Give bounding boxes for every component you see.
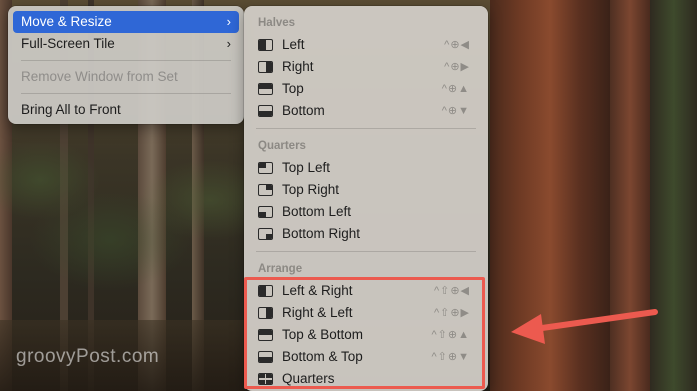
submenu-item-label: Left [282,37,305,52]
submenu-item-top-right[interactable]: Top Right [244,179,488,201]
chevron-right-icon: › [226,14,231,29]
section-header-quarters: Quarters [258,140,306,152]
submenu-item-label: Bottom Left [282,204,352,219]
menu-item-bring-all-to-front[interactable]: Bring All to Front [13,99,239,121]
submenu-item-top-left[interactable]: Top Left [244,157,488,179]
watermark: groovyPost.com [16,346,160,367]
submenu-item-bottom[interactable]: Bottom ^⊕▼ [244,100,488,122]
shortcut-label: ^⊕◀ [444,39,470,51]
submenu-item-label: Top Right [282,182,340,197]
tile-top-icon [258,83,273,95]
menu-separator [21,93,231,94]
tile-bottom-icon [258,105,273,117]
submenu-item-label: Bottom Right [282,226,361,241]
tile-bottom-left-icon [258,206,273,218]
annotation-arrow-icon [511,309,658,344]
annotation-highlight-box [244,277,485,389]
tile-top-left-icon [258,162,273,174]
window-menu: Move & Resize › Full-Screen Tile › Remov… [8,6,244,124]
submenu-item-bottom-left[interactable]: Bottom Left [244,201,488,223]
submenu-item-label: Top [282,81,304,96]
submenu-item-right[interactable]: Right ^⊕▶ [244,56,488,78]
chevron-right-icon: › [226,36,231,51]
menu-item-full-screen-tile[interactable]: Full-Screen Tile › [13,33,239,55]
tile-right-icon [258,61,273,73]
submenu-item-label: Top Left [282,160,331,175]
submenu-item-top[interactable]: Top ^⊕▲ [244,78,488,100]
menu-item-label: Move & Resize [21,14,112,29]
menu-separator [21,60,231,61]
menu-item-move-resize[interactable]: Move & Resize › [13,11,239,33]
tile-top-right-icon [258,184,273,196]
menu-separator [256,128,476,129]
tile-bottom-right-icon [258,228,273,240]
submenu-item-bottom-right[interactable]: Bottom Right [244,223,488,245]
section-header-halves: Halves [258,17,296,29]
shortcut-label: ^⊕▶ [444,61,470,73]
menu-item-label: Remove Window from Set [21,69,178,84]
submenu-item-label: Right [282,59,314,74]
menu-separator [256,251,476,252]
tile-left-icon [258,39,273,51]
menu-item-label: Bring All to Front [21,102,121,117]
shortcut-label: ^⊕▲ [441,83,470,95]
submenu-item-left[interactable]: Left ^⊕◀ [244,34,488,56]
menu-item-remove-window-from-set: Remove Window from Set [13,66,239,88]
shortcut-label: ^⊕▼ [441,105,470,117]
submenu-item-label: Bottom [282,103,325,118]
menu-item-label: Full-Screen Tile [21,36,115,51]
